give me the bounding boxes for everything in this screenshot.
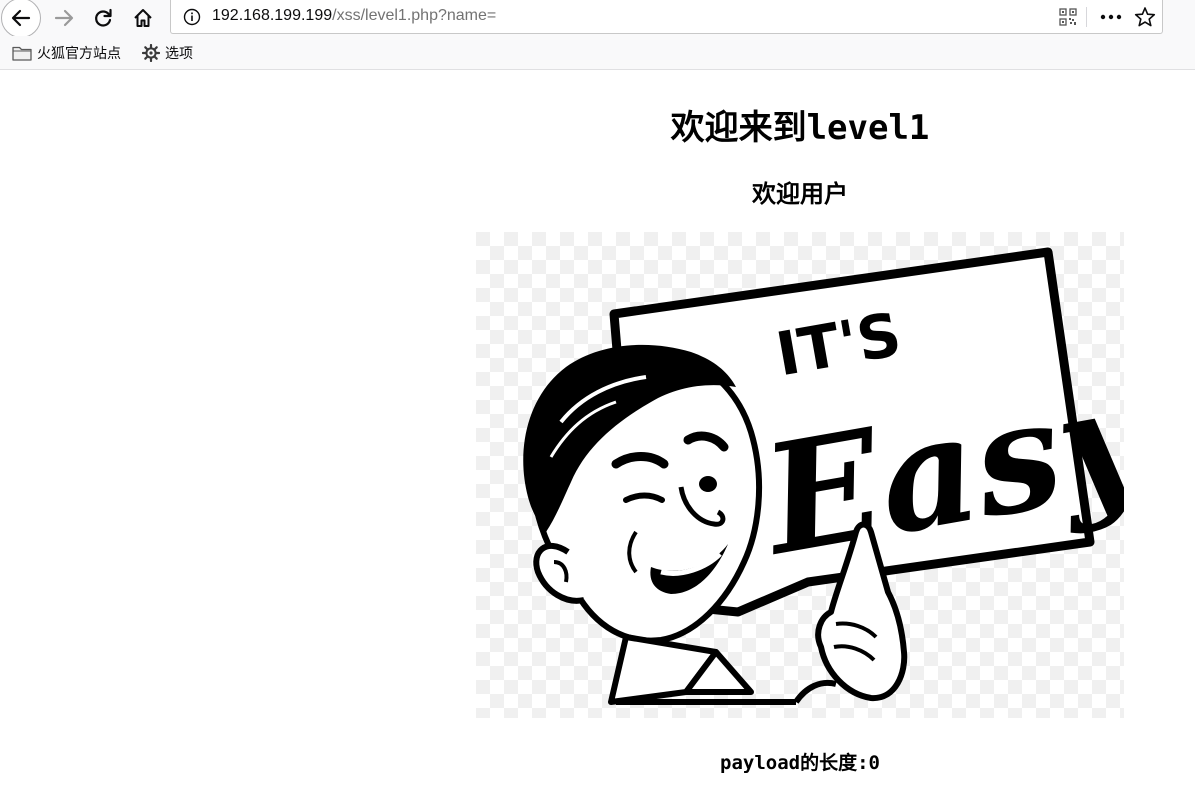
bookmark-options[interactable]: 选项 <box>142 43 193 63</box>
url-host: 192.168.199.199 <box>212 7 333 24</box>
qr-code-icon <box>1059 8 1077 26</box>
forward-button[interactable] <box>46 0 82 36</box>
url-path: /xss/level1.php?name= <box>332 7 497 24</box>
man-eye-open <box>699 476 717 492</box>
welcome-user-heading: 欢迎用户 <box>752 180 848 208</box>
qr-code-button[interactable] <box>1057 0 1079 34</box>
more-dots-icon <box>1100 14 1122 20</box>
page-actions-button[interactable] <box>1098 0 1124 34</box>
star-icon <box>1134 7 1156 27</box>
home-icon <box>134 9 152 27</box>
back-button[interactable] <box>1 0 41 38</box>
bookmark-firefox-site[interactable]: 火狐官方站点 <box>12 43 121 63</box>
address-bar[interactable]: 192.168.199.199/xss/level1.php?name= <box>170 0 1163 34</box>
site-info-button[interactable] <box>181 0 203 34</box>
reload-icon <box>95 8 112 27</box>
bookmarks-toolbar: 火狐官方站点 选项 <box>0 36 1195 70</box>
gear-icon <box>142 44 160 62</box>
url-text[interactable]: 192.168.199.199/xss/level1.php?name= <box>212 7 496 25</box>
bookmark-label: 选项 <box>165 45 193 61</box>
payload-length: payload的长度:0 <box>720 752 880 774</box>
bookmark-star-button[interactable] <box>1133 0 1157 34</box>
back-arrow-icon <box>11 9 31 27</box>
info-icon <box>183 8 201 26</box>
page-content: 欢迎来到level1 欢迎用户 IT'S Easy payload的长度:0 <box>0 70 1195 788</box>
page-title-text: 欢迎来到 <box>670 108 807 148</box>
browser-toolbar: 192.168.199.199/xss/level1.php?name= <box>0 0 1195 38</box>
forward-arrow-icon <box>54 9 74 27</box>
reload-button[interactable] <box>85 0 121 36</box>
urlbar-divider <box>1086 7 1087 27</box>
page-title: 欢迎来到level1 <box>400 100 1195 149</box>
page-title-level: level1 <box>806 108 930 148</box>
home-button[interactable] <box>125 0 161 36</box>
bookmark-label: 火狐官方站点 <box>37 45 121 61</box>
folder-icon <box>12 46 32 61</box>
its-easy-illustration: IT'S Easy <box>476 232 1124 718</box>
